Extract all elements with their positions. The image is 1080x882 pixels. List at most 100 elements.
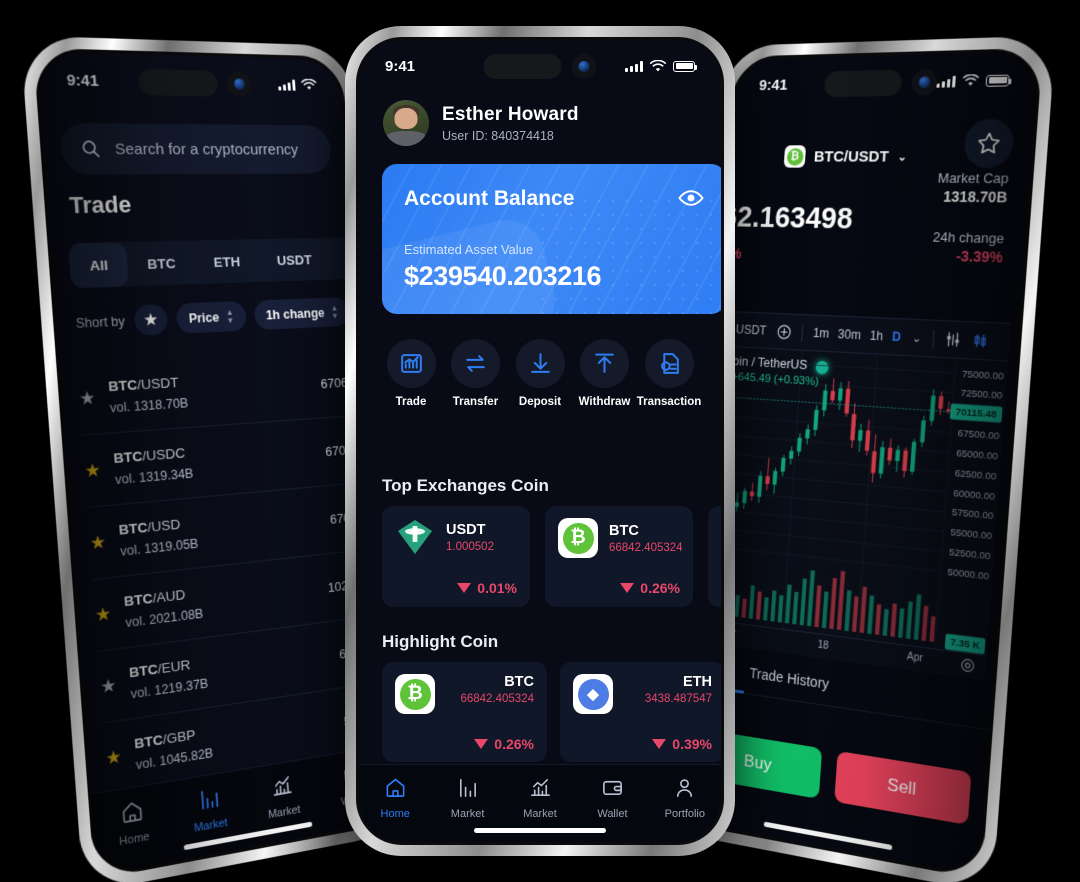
btc-icon: ₿ xyxy=(558,518,598,558)
eth-icon: ◆ xyxy=(573,674,613,714)
tab-btc[interactable]: BTC xyxy=(126,241,196,287)
settings-gear-icon[interactable] xyxy=(960,657,976,674)
coin-change: 0.26% xyxy=(474,736,534,752)
trade-chart-icon xyxy=(386,339,436,388)
favorite-star-button[interactable] xyxy=(962,118,1016,169)
coin-price: 3438.487547 xyxy=(644,693,712,705)
center-phone-screen: 9:41 Esther Howard User ID: 840374418 Ac… xyxy=(359,40,721,842)
highlight-coin-title: Highlight Coin xyxy=(382,632,499,651)
favorite-star-icon[interactable]: ★ xyxy=(94,604,111,626)
indicators-icon[interactable] xyxy=(945,332,962,348)
user-profile[interactable]: Esther Howard User ID: 840374418 xyxy=(383,100,579,146)
tab-usdt[interactable]: USDT xyxy=(257,238,331,282)
y-axis-label: 75000.00 xyxy=(961,367,1005,382)
sell-button[interactable]: Sell xyxy=(834,750,972,825)
action-transaction[interactable]: Transaction xyxy=(637,339,701,408)
nav-market[interactable]: Market xyxy=(504,776,576,820)
pair-selector[interactable]: ₿ BTC/USDT ⌄ xyxy=(783,145,908,168)
candlestick-chart[interactable]: oin / TetherUS +645.49 (+0.93%) 75000.00… xyxy=(707,346,1009,656)
coin-price: 1.000502 xyxy=(446,540,494,553)
coin-change: 0.39% xyxy=(652,736,712,752)
left-phone-screen: 9:41 Search for a cryptocurrency Trade A… xyxy=(36,51,391,876)
usdt-icon xyxy=(398,520,432,554)
exchange-coin-card-partial[interactable] xyxy=(708,506,721,607)
nav-market[interactable]: Market xyxy=(170,781,248,839)
page-title: Trade xyxy=(68,191,133,219)
candlestick-icon[interactable] xyxy=(972,333,989,349)
tab-trade-history[interactable]: Trade History xyxy=(749,664,830,691)
account-balance-card[interactable]: Account Balance Estimated Asset Value $2… xyxy=(382,164,721,314)
timeframe-D[interactable]: D xyxy=(892,329,902,344)
user-name: Esther Howard xyxy=(442,103,579,125)
highlight-coin-list[interactable]: ₿ BTC 66842.405324 0.26% ◆ ETH 3438.48754… xyxy=(382,662,721,762)
down-arrow-icon xyxy=(620,583,635,593)
camera-icon xyxy=(571,54,597,79)
camera-icon xyxy=(226,70,253,98)
down-arrow-icon xyxy=(474,739,489,749)
favorite-star-icon[interactable]: ★ xyxy=(84,460,102,481)
pair-label: BTC/USDT xyxy=(813,147,890,166)
timeframe-30m[interactable]: 30m xyxy=(837,327,861,342)
tab-all[interactable]: All xyxy=(67,242,130,289)
favorite-star-icon[interactable]: ★ xyxy=(79,388,97,409)
plus-circle-icon[interactable] xyxy=(776,324,791,340)
chart-symbol: USDT xyxy=(735,322,767,338)
balance-amount: $239540.203216 xyxy=(404,261,602,291)
action-withdraw[interactable]: Withdraw xyxy=(573,339,637,408)
nav-market[interactable]: Market xyxy=(431,776,503,820)
sort-1h-change-button[interactable]: 1h change ▲ ▼ xyxy=(253,296,351,331)
cellular-signal-icon xyxy=(625,60,643,72)
right-phone-screen: 9:41 ₿ BTC/USDT ⌄ 62.163498 Market Cap 1… xyxy=(685,51,1040,876)
nav-home[interactable]: Home xyxy=(359,776,431,820)
quick-actions[interactable]: Trade Transfer Deposit Withdraw Transaction xyxy=(379,339,701,408)
nav-wallet[interactable]: Wallet xyxy=(576,776,648,820)
nav-portfolio[interactable]: Portfolio xyxy=(649,776,721,820)
market-cap-stat: Market Cap 1318.70B xyxy=(937,170,1010,206)
nav-home[interactable]: Home xyxy=(92,793,173,853)
favorite-star-icon[interactable]: ★ xyxy=(105,746,122,768)
dynamic-island xyxy=(823,68,939,98)
highlight-coin-card[interactable]: ◆ ETH 3438.487547 0.39% xyxy=(560,662,721,762)
home-icon xyxy=(120,798,146,829)
timeframe-1h[interactable]: 1h xyxy=(869,328,883,343)
nav-market[interactable]: Market xyxy=(245,768,320,825)
x-axis-label: 18 xyxy=(817,639,829,653)
favorite-star-icon[interactable]: ★ xyxy=(100,675,117,697)
tab-eth[interactable]: ETH xyxy=(193,239,260,284)
wifi-icon xyxy=(649,59,667,71)
chevron-down-icon[interactable]: ⌄ xyxy=(912,331,922,345)
eye-toggle-button[interactable] xyxy=(678,188,704,208)
chevron-down-icon: ⌄ xyxy=(897,150,908,164)
sort-label: Short by xyxy=(75,313,126,331)
favorite-star-icon[interactable]: ★ xyxy=(89,532,107,554)
highlight-coin-card[interactable]: ₿ BTC 66842.405324 0.26% xyxy=(382,662,547,762)
action-deposit[interactable]: Deposit xyxy=(508,339,572,408)
sort-arrows-icon: ▲ ▼ xyxy=(225,307,235,325)
asset-filter-tabs[interactable]: AllBTCETHUSDTUSDC xyxy=(67,237,382,289)
dynamic-island xyxy=(137,68,253,98)
line-chart-icon xyxy=(271,773,295,803)
down-arrow-icon xyxy=(652,739,667,749)
change-24h-stat: 24h change -3.39% xyxy=(932,229,1005,266)
battery-icon xyxy=(673,60,697,72)
sort-arrows-icon: ▲ ▼ xyxy=(330,303,339,321)
exchange-coin-card[interactable]: ₿ BTC 66842.405324 0.26% xyxy=(545,506,693,607)
sort-price-button[interactable]: Price ▲ ▼ xyxy=(175,300,247,334)
avatar xyxy=(383,100,429,146)
timeframe-1m[interactable]: 1m xyxy=(813,326,830,341)
star-outline-icon xyxy=(975,131,1002,157)
search-input[interactable]: Search for a cryptocurrency xyxy=(59,122,333,175)
home-indicator xyxy=(763,821,893,851)
action-trade[interactable]: Trade xyxy=(379,339,443,408)
top-exchanges-list[interactable]: USDT 1.000502 0.01% ₿ BTC 66842.405324 0.… xyxy=(382,506,721,607)
sort-favorite-button[interactable]: ★ xyxy=(133,303,169,336)
camera-icon xyxy=(910,68,939,96)
line-chart-icon xyxy=(529,776,552,802)
person-icon xyxy=(673,776,696,802)
battery-icon xyxy=(985,74,1010,87)
top-exchanges-title: Top Exchanges Coin xyxy=(382,476,549,495)
exchange-coin-card[interactable]: USDT 1.000502 0.01% xyxy=(382,506,530,607)
home-indicator xyxy=(474,828,606,833)
action-transfer[interactable]: Transfer xyxy=(444,339,508,408)
screenshot-stage: 9:41 Search for a cryptocurrency Trade A… xyxy=(0,0,1080,882)
